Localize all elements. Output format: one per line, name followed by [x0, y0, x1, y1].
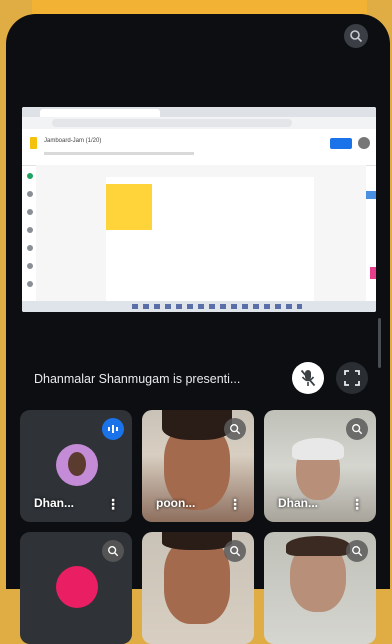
jamboard-logo-icon — [30, 137, 37, 149]
sound-bars-glyph — [108, 425, 118, 433]
board-area — [36, 165, 366, 301]
fullscreen-button[interactable] — [336, 362, 368, 394]
eraser-tool-icon — [27, 191, 33, 197]
account-avatar — [358, 137, 370, 149]
zoom-glyph — [352, 424, 363, 435]
more-options-icon[interactable]: ⋮ — [350, 497, 364, 511]
side-panel-tab — [366, 191, 376, 199]
zoom-icon[interactable] — [344, 24, 368, 48]
address-field — [52, 119, 292, 127]
jamboard-menu — [44, 152, 194, 155]
speaking-indicator-icon — [102, 418, 124, 440]
shared-screen: Jamboard-Jam (1/20) — [22, 107, 376, 312]
share-button — [330, 138, 352, 149]
doc-title: Jamboard-Jam (1/20) — [44, 138, 102, 144]
scroll-indicator[interactable] — [378, 318, 381, 368]
zoom-icon[interactable] — [346, 540, 368, 562]
participant-name: poon... — [156, 496, 196, 510]
avatar-photo — [68, 452, 86, 476]
select-tool-icon — [27, 209, 33, 215]
pen-tool-icon — [27, 173, 33, 179]
sticky-note — [106, 184, 152, 230]
participant-tile[interactable] — [20, 532, 132, 644]
participant-name: Dhan... — [278, 496, 319, 510]
zoom-icon[interactable] — [102, 540, 124, 562]
zoom-glyph — [230, 424, 241, 435]
participant-name: Dhan... — [34, 496, 75, 510]
text-tool-icon — [27, 281, 33, 287]
side-panel-marker — [370, 267, 376, 279]
participant-tile[interactable]: Dhan... ⋮ — [264, 410, 376, 522]
more-options-icon[interactable]: ⋮ — [106, 497, 120, 511]
mic-off-icon — [300, 369, 316, 387]
avatar — [56, 566, 98, 608]
browser-tab — [40, 109, 160, 117]
jamboard-header — [22, 131, 376, 166]
more-options-icon[interactable]: ⋮ — [228, 497, 242, 511]
participant-hair — [162, 532, 232, 550]
taskbar-apps — [132, 304, 302, 309]
participant-tile[interactable]: poon... ⋮ — [142, 410, 254, 522]
participant-hair — [162, 410, 232, 440]
top-banner — [32, 0, 367, 14]
zoom-icon[interactable] — [224, 540, 246, 562]
participant-tile[interactable] — [264, 532, 376, 644]
jamboard-toolbar — [26, 173, 34, 293]
zoom-glyph — [352, 546, 363, 557]
participant-hair — [286, 536, 350, 556]
participant-tile[interactable] — [142, 532, 254, 644]
mic-off-button[interactable] — [292, 362, 324, 394]
zoom-glyph — [350, 30, 363, 43]
participant-headcover — [292, 438, 344, 460]
participant-tile[interactable]: Dhan... ⋮ — [20, 410, 132, 522]
image-tool-icon — [27, 245, 33, 251]
fullscreen-icon — [344, 370, 360, 386]
zoom-icon[interactable] — [346, 418, 368, 440]
zoom-glyph — [230, 546, 241, 557]
zoom-icon[interactable] — [224, 418, 246, 440]
zoom-glyph — [108, 546, 119, 557]
participant-video — [164, 538, 230, 624]
sticky-note-tool-icon — [27, 227, 33, 233]
shape-tool-icon — [27, 263, 33, 269]
presenting-status: Dhanmalar Shanmugam is presenti... — [34, 372, 241, 386]
avatar — [56, 444, 98, 486]
